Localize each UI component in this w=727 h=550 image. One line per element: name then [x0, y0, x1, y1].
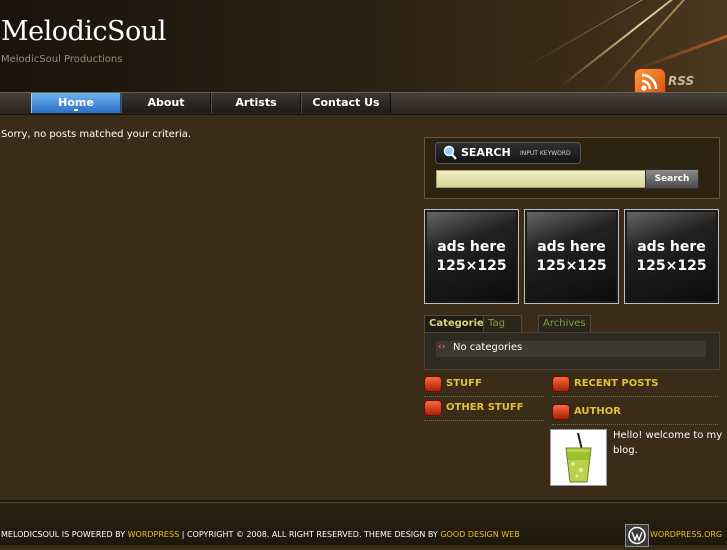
search-button[interactable]: Search: [645, 169, 699, 189]
ad-line: ads here: [437, 239, 506, 255]
ad-text: ads here 125×125: [625, 238, 718, 276]
bullet-icon: [552, 404, 570, 420]
bullet-icon: [552, 376, 570, 392]
ad-size: 125×125: [436, 258, 507, 274]
designer-link[interactable]: GOOD DESIGN WEB: [440, 530, 519, 539]
header-light-streak: [519, 0, 659, 71]
author-bio: Hello! welcome to my blog.: [613, 430, 723, 456]
search-icon: [442, 145, 458, 165]
widget-title-stuff: STUFF: [424, 376, 544, 397]
search-header: SEARCH INPUT KEYWORD: [435, 142, 581, 164]
ad-banner-1[interactable]: ads here 125×125: [424, 209, 519, 304]
rss-icon[interactable]: [634, 68, 666, 92]
rss-label[interactable]: RSS: [668, 74, 694, 88]
header-light-streak: [629, 22, 727, 73]
widget-title-label: RECENT POSTS: [574, 378, 659, 389]
site-description: MelodicSoul Productions: [1, 54, 123, 65]
nav-item-artists[interactable]: Artists: [211, 93, 301, 113]
ad-size: 125×125: [636, 258, 707, 274]
ad-line: ads here: [637, 239, 706, 255]
search-input[interactable]: [436, 170, 646, 188]
widget-title-other-stuff: OTHER STUFF: [424, 400, 544, 421]
nav-item-home[interactable]: Home: [31, 93, 121, 113]
site-title[interactable]: MelodicSoul: [1, 16, 166, 47]
widget-title-label: STUFF: [446, 378, 482, 389]
footer-copyright: | COPYRIGHT © 2008. ALL RIGHT RESERVED. …: [179, 530, 441, 539]
search-title: SEARCH: [461, 146, 511, 159]
wordpress-logo-icon[interactable]: [625, 524, 649, 547]
widget-title-label: OTHER STUFF: [446, 402, 524, 413]
nav-item-about[interactable]: About: [121, 93, 211, 113]
search-hint: INPUT KEYWORD: [520, 150, 571, 157]
tab-panel: ‹› No categories: [424, 332, 720, 370]
widget-title-recent-posts: RECENT POSTS: [552, 376, 718, 397]
site-footer: MELODICSOUL IS POWERED BY WORDPRESS | CO…: [0, 503, 727, 547]
bullet-icon: [424, 400, 442, 416]
widget-title-author: AUTHOR: [552, 404, 718, 425]
list-item: ‹› No categories: [436, 341, 706, 357]
footer-text: MELODICSOUL IS POWERED BY WORDPRESS | CO…: [1, 530, 520, 539]
tab-tag-cloud[interactable]: Tag Cloud: [483, 315, 522, 345]
ad-banner-2[interactable]: ads here 125×125: [524, 209, 619, 304]
ad-text: ads here 125×125: [525, 238, 618, 276]
ad-banner-3[interactable]: ads here 125×125: [624, 209, 719, 304]
widget-title-label: AUTHOR: [574, 406, 621, 417]
tab-archives[interactable]: Archives: [538, 315, 591, 333]
no-posts-message: Sorry, no posts matched your criteria.: [1, 129, 192, 140]
footer-powered: MELODICSOUL IS POWERED BY: [1, 530, 128, 539]
ad-size: 125×125: [536, 258, 607, 274]
ad-text: ads here 125×125: [425, 238, 518, 276]
rss-link[interactable]: RSS: [634, 68, 727, 92]
site-header: MelodicSoul MelodicSoul Productions RSS: [0, 0, 727, 92]
bullet-icon: [424, 376, 442, 392]
search-widget: SEARCH INPUT KEYWORD Search: [424, 137, 720, 199]
ad-line: ads here: [537, 239, 606, 255]
wordpress-link[interactable]: WORDPRESS: [128, 530, 180, 539]
nav-item-contact-us[interactable]: Contact Us: [301, 93, 391, 113]
code-arrows-icon: ‹›: [438, 342, 446, 352]
wordpress-org-link[interactable]: WORDPRESS.ORG: [650, 530, 722, 539]
author-avatar: [550, 429, 607, 486]
no-categories-text: No categories: [453, 342, 523, 353]
main-navigation: Home About Artists Contact Us: [0, 92, 727, 115]
